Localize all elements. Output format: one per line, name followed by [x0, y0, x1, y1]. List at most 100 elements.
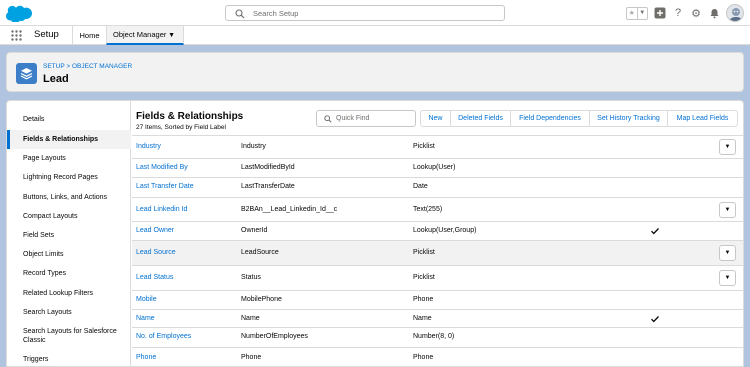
sidebar-item-field-sets[interactable]: Field Sets	[7, 231, 131, 240]
table-row: Lead Source LeadSource Picklist ▼	[132, 240, 743, 265]
row-actions-dropdown[interactable]: ▼	[719, 202, 736, 218]
object-page-header: SETUP > OBJECT MANAGER Lead	[6, 52, 744, 92]
row-actions-dropdown[interactable]: ▼	[719, 245, 736, 261]
table-row: Mobile MobilePhone Phone	[132, 290, 743, 309]
star-icon[interactable]: ★	[627, 8, 637, 19]
table-row: Lead Linkedin Id B2BAn__Lead_Linkedin_Id…	[132, 197, 743, 221]
field-label-link[interactable]: Lead Owner	[136, 227, 174, 234]
breadcrumb[interactable]: SETUP > OBJECT MANAGER	[43, 63, 132, 70]
field-data-type: Phone	[413, 354, 434, 361]
chevron-down-icon: ▼	[724, 144, 731, 150]
favorites-control[interactable]: ★ ▼	[626, 6, 648, 20]
main-panel: Details Fields & Relationships Page Layo…	[6, 100, 744, 367]
tab-object-manager[interactable]: Object Manager ▼	[106, 26, 184, 45]
tab-home-label: Home	[79, 31, 100, 40]
field-api-name: B2BAn__Lead_Linkedin_Id__c	[241, 206, 338, 213]
sidebar-item-buttons-links-actions[interactable]: Buttons, Links, and Actions	[7, 193, 131, 202]
global-header: Search Setup ★ ▼ ? ⚙	[0, 0, 750, 26]
field-dependencies-button[interactable]: Field Dependencies	[510, 111, 589, 126]
table-row: Lead Owner OwnerId Lookup(User,Group)	[132, 221, 743, 240]
field-api-name: Status	[241, 274, 261, 281]
app-name: Setup	[34, 29, 59, 40]
checkmark-icon	[651, 228, 659, 235]
field-data-type: Date	[413, 183, 428, 190]
row-actions-dropdown[interactable]: ▼	[719, 270, 736, 286]
field-data-type: Text(255)	[413, 206, 443, 213]
field-data-type: Phone	[413, 296, 434, 303]
deleted-fields-button[interactable]: Deleted Fields	[450, 111, 510, 126]
sidebar-item-search-layouts-classic[interactable]: Search Layouts for Salesforce Classic	[7, 327, 131, 345]
quick-find-placeholder: Quick Find	[336, 115, 370, 122]
field-api-name: OwnerId	[241, 227, 268, 234]
sidebar-item-related-lookup-filters[interactable]: Related Lookup Filters	[7, 289, 131, 298]
search-icon	[235, 9, 245, 19]
header-utilities: ★ ▼ ? ⚙	[626, 3, 744, 23]
field-label-link[interactable]: Name	[136, 315, 155, 322]
field-label-link[interactable]: Industry	[136, 143, 161, 150]
tab-object-manager-label: Object Manager	[113, 30, 167, 39]
user-avatar[interactable]	[726, 4, 744, 22]
field-label-link[interactable]: Lead Status	[136, 274, 173, 281]
app-launcher-icon[interactable]	[11, 30, 22, 41]
chevron-down-icon: ▼	[724, 275, 731, 281]
sidebar-item-page-layouts[interactable]: Page Layouts	[7, 154, 131, 163]
sidebar-item-compact-layouts[interactable]: Compact Layouts	[7, 212, 131, 221]
object-sidebar: Details Fields & Relationships Page Layo…	[7, 101, 131, 366]
layers-icon	[16, 63, 37, 84]
table-row: Last Transfer Date LastTransferDate Date	[132, 177, 743, 197]
checkmark-icon	[651, 316, 659, 323]
field-label-link[interactable]: Lead Source	[136, 249, 176, 256]
sidebar-item-fields-relationships[interactable]: Fields & Relationships	[7, 130, 131, 149]
field-data-type: Lookup(User)	[413, 164, 456, 171]
sidebar-item-lightning-record-pages[interactable]: Lightning Record Pages	[7, 173, 131, 182]
add-icon[interactable]	[654, 7, 666, 19]
action-button-group: New Deleted Fields Field Dependencies Se…	[420, 110, 738, 127]
app-nav-bar: Setup Home Object Manager ▼	[0, 26, 750, 45]
help-icon[interactable]: ?	[672, 7, 684, 19]
global-search[interactable]: Search Setup	[225, 5, 505, 21]
field-api-name: Industry	[241, 143, 266, 150]
sidebar-item-search-layouts[interactable]: Search Layouts	[7, 308, 131, 317]
search-icon	[324, 115, 332, 123]
field-api-name: LastModifiedById	[241, 164, 295, 171]
chevron-down-icon: ▼	[724, 207, 731, 213]
table-row: Industry Industry Picklist ▼	[132, 135, 743, 158]
sidebar-item-triggers[interactable]: Triggers	[7, 355, 131, 364]
gear-icon[interactable]: ⚙	[690, 7, 702, 20]
field-api-name: LeadSource	[241, 249, 279, 256]
tab-home[interactable]: Home	[72, 26, 106, 45]
quick-find-input[interactable]: Quick Find	[316, 110, 416, 127]
sidebar-item-details[interactable]: Details	[7, 115, 131, 124]
row-actions-dropdown[interactable]: ▼	[719, 139, 736, 155]
chevron-down-icon[interactable]: ▼	[168, 32, 175, 39]
field-label-link[interactable]: Last Transfer Date	[136, 183, 194, 190]
field-label-link[interactable]: No. of Employees	[136, 333, 191, 340]
map-lead-fields-button[interactable]: Map Lead Fields	[667, 111, 737, 126]
set-history-tracking-button[interactable]: Set History Tracking	[589, 111, 667, 126]
field-data-type: Lookup(User,Group)	[413, 227, 477, 234]
table-row: Last Modified By LastModifiedById Lookup…	[132, 158, 743, 177]
new-button[interactable]: New	[421, 111, 450, 126]
field-data-type: Picklist	[413, 249, 435, 256]
content-title: Fields & Relationships	[136, 111, 244, 122]
field-data-type: Picklist	[413, 274, 435, 281]
field-label-link[interactable]: Lead Linkedin Id	[136, 206, 187, 213]
field-label-link[interactable]: Phone	[136, 354, 156, 361]
field-data-type: Name	[413, 315, 432, 322]
field-api-name: LastTransferDate	[241, 183, 295, 190]
chevron-down-icon: ▼	[724, 250, 731, 256]
field-label-link[interactable]: Mobile	[136, 296, 157, 303]
field-api-name: MobilePhone	[241, 296, 282, 303]
sidebar-item-record-types[interactable]: Record Types	[7, 269, 131, 278]
table-row: Phone Phone Phone	[132, 347, 743, 366]
sidebar-item-object-limits[interactable]: Object Limits	[7, 250, 131, 259]
table-row: Name Name Name	[132, 309, 743, 327]
field-data-type: Number(8, 0)	[413, 333, 455, 340]
field-label-link[interactable]: Last Modified By	[136, 164, 188, 171]
page-title: Lead	[43, 73, 69, 85]
field-api-name: NumberOfEmployees	[241, 333, 308, 340]
salesforce-cloud-logo[interactable]	[6, 4, 32, 22]
chevron-down-icon[interactable]: ▼	[636, 7, 648, 19]
bell-icon[interactable]	[708, 7, 720, 19]
search-placeholder: Search Setup	[253, 9, 299, 18]
